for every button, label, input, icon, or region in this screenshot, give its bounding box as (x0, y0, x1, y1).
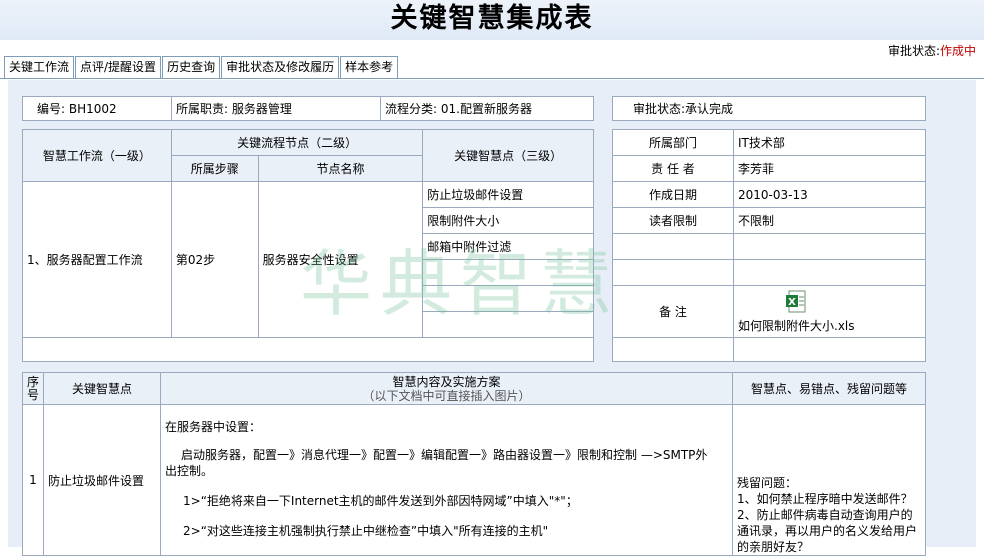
point-empty (422, 259, 594, 286)
content-line: 启动服务器，配置一》消息代理一》配置一》编辑配置一》路由器设置一》限制和控制 —… (165, 448, 708, 478)
tab-workflow[interactable]: 关键工作流 (4, 56, 75, 78)
point-item: 邮箱中附件过滤 (422, 233, 594, 260)
point-item: 防止垃圾邮件设置 (422, 181, 594, 208)
point-item: 限制附件大小 (422, 207, 594, 234)
process-class-field: 流程分类: 01.配置新服务器 (380, 96, 594, 121)
approval-field: 审批状态:承认完成 (612, 96, 926, 121)
reader-label: 读者限制 (612, 207, 734, 234)
duty-field: 所属职责: 服务器管理 (171, 96, 381, 121)
excel-icon: X (785, 290, 807, 314)
tab-approval-history[interactable]: 审批状态及修改履历 (221, 56, 340, 78)
header-node-l2: 关键流程节点（二级） (170, 129, 424, 156)
table-footer-row (22, 337, 594, 362)
approval-status-label: 审批状态: (887, 44, 940, 58)
header-content-sub: （以下文档中可直接插入图片） (362, 388, 531, 403)
header-no: 序号 (22, 372, 44, 405)
row-no: 1 (22, 404, 44, 556)
detail-table: 序号 关键智慧点 智慧内容及实施方案 （以下文档中可直接插入图片） 智慧点、易错… (22, 372, 926, 556)
issue-line: 2、防止邮件病毒自动查询用户的通讯录，再以用户的名义发给用户的亲朋好友？ (737, 508, 918, 554)
issue-line: 残留问题： (737, 476, 798, 490)
empty-cell (733, 259, 926, 286)
dept-label: 所属部门 (612, 129, 734, 156)
point-empty (422, 285, 594, 312)
content-line: 在服务器中设置： (165, 420, 262, 434)
approval-status-top: 审批状态:作成中 (888, 42, 976, 59)
attachment-link[interactable]: X 如何限制附件大小.xls (738, 290, 855, 334)
content-cell: 在服务器中设置： 启动服务器，配置一》消息代理一》配置一》编辑配置一》路由器设置… (160, 404, 733, 556)
header-workflow-l1: 智慧工作流（一级） (22, 129, 172, 182)
meta-table: 所属部门 IT技术部 责 任 者 李芳菲 作成日期 2010-03-13 读者限… (612, 129, 926, 362)
point-empty (422, 311, 594, 338)
issue-line: 1、如何禁止程序暗中发送邮件？ (737, 492, 913, 506)
empty-cell (612, 337, 734, 362)
header-content-title: 智慧内容及实施方案 (392, 374, 501, 389)
empty-cell (612, 233, 734, 260)
content-line: 2>“对这些连接主机强制执行禁止中继检查”中填入"所有连接的主机" (183, 524, 549, 538)
tab-bar: 关键工作流 点评/提醒设置 历史查询 审批状态及修改履历 样本参考 (4, 56, 399, 78)
issues-cell: 残留问题： 1、如何禁止程序暗中发送邮件？ 2、防止邮件病毒自动查询用户的通讯录… (732, 404, 926, 556)
date-value: 2010-03-13 (733, 181, 926, 208)
empty-cell (733, 233, 926, 260)
header-point: 关键智慧点 (43, 372, 161, 405)
info-table: 编号: BH1002 所属职责: 服务器管理 流程分类: 01.配置新服务器 (22, 96, 594, 121)
tab-history[interactable]: 历史查询 (162, 56, 221, 78)
reader-value: 不限制 (733, 207, 926, 234)
row-step: 第02步 (170, 181, 259, 338)
approval-table: 审批状态:承认完成 (612, 96, 926, 121)
header-content: 智慧内容及实施方案 （以下文档中可直接插入图片） (160, 372, 733, 405)
page-title: 关键智慧集成表 (390, 3, 594, 34)
tab-sample[interactable]: 样本参考 (340, 56, 399, 78)
approval-status-value: 作成中 (939, 44, 976, 58)
header-node-name: 节点名称 (257, 155, 424, 182)
date-label: 作成日期 (612, 181, 734, 208)
attachment-cell: X 如何限制附件大小.xls (733, 285, 926, 338)
empty-cell (612, 259, 734, 286)
row-point: 防止垃圾邮件设置 (43, 404, 161, 556)
dept-value: IT技术部 (733, 129, 926, 156)
svg-text:X: X (788, 297, 796, 308)
workflow-table: 智慧工作流（一级） 关键流程节点（二级） 关键智慧点（三级） 所属步骤 节点名称… (22, 129, 594, 362)
row-node: 服务器安全性设置 (257, 181, 424, 338)
attachment-name: 如何限制附件大小.xls (738, 318, 855, 333)
owner-label: 责 任 者 (612, 155, 734, 182)
content-line: 1>“拒绝将来自一下Internet主机的邮件发送到外部因特网域”中填入"*"； (183, 494, 578, 508)
row-workflow: 1、服务器配置工作流 (22, 181, 172, 338)
owner-value: 李芳菲 (733, 155, 926, 182)
tab-divider (0, 78, 984, 79)
header-issues: 智慧点、易错点、残留问题等 (732, 372, 926, 405)
note-label: 备 注 (612, 285, 734, 338)
tab-review-reminder[interactable]: 点评/提醒设置 (75, 56, 162, 78)
header-step: 所属步骤 (170, 155, 259, 182)
empty-cell (733, 337, 926, 362)
header-point-l3: 关键智慧点（三级） (422, 129, 594, 182)
number-field: 编号: BH1002 (22, 96, 172, 121)
